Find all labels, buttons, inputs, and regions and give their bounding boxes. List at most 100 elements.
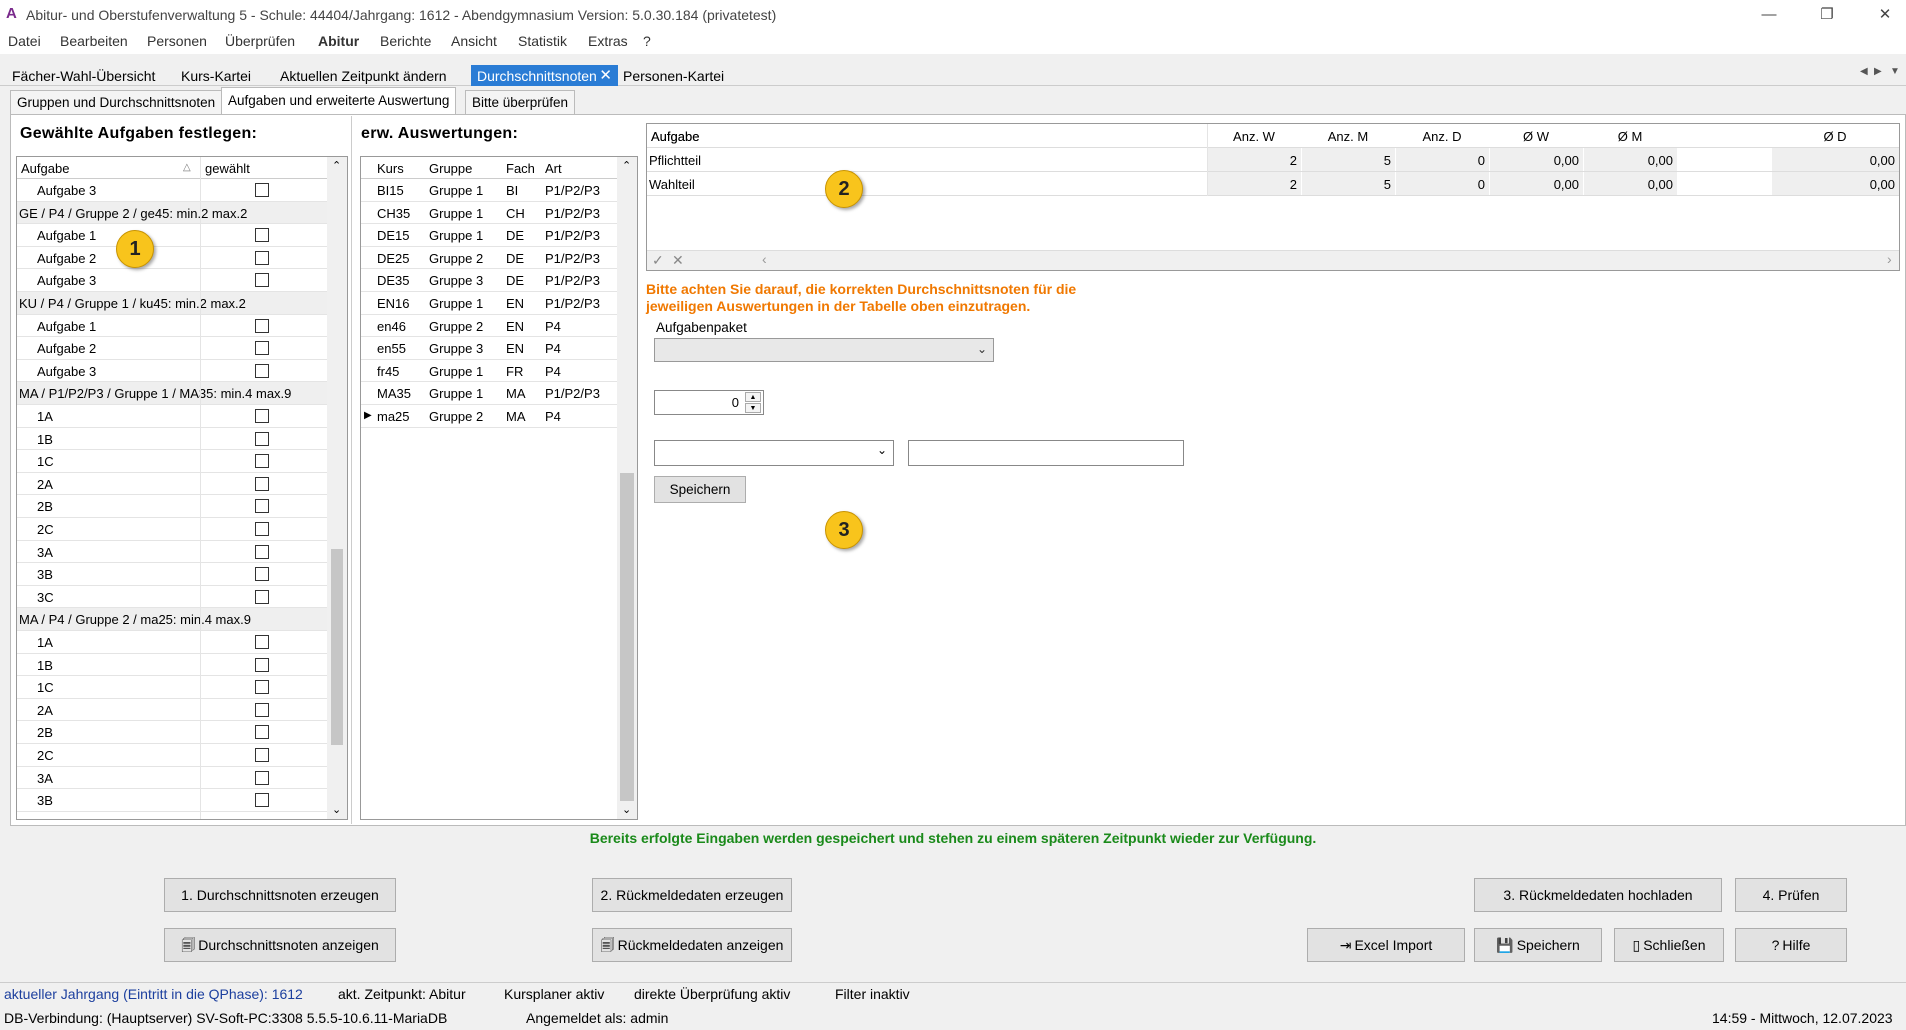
selected-checkbox[interactable]: [255, 793, 269, 808]
selected-checkbox[interactable]: [255, 567, 269, 582]
upload-return-data-button[interactable]: 3. Rückmeldedaten hochladen: [1474, 878, 1722, 912]
minimize-icon[interactable]: —: [1758, 4, 1780, 26]
tab-kurs-kartei[interactable]: Kurs-Kartei: [175, 65, 257, 86]
anz-w-cell[interactable]: 2: [1211, 153, 1297, 168]
avg-d-cell[interactable]: 0,00: [1809, 177, 1895, 192]
evaluation-row[interactable]: fr45 Gruppe 1 FR P4: [361, 360, 617, 383]
evaluation-grid-scroll-thumb[interactable]: [620, 473, 634, 801]
task-row[interactable]: 3B: [17, 563, 327, 586]
anz-w-cell[interactable]: 2: [1211, 177, 1297, 192]
evaluation-row[interactable]: DE35 Gruppe 3 DE P1/P2/P3: [361, 269, 617, 292]
task-row[interactable]: 1C: [17, 676, 327, 699]
tab-scroll-right-icon[interactable]: ▶: [1874, 66, 1882, 77]
selected-checkbox[interactable]: [255, 228, 269, 243]
menu-abitur[interactable]: Abitur: [318, 33, 359, 49]
task-row[interactable]: 3A: [17, 767, 327, 790]
col-avg-m-header[interactable]: Ø M: [1583, 129, 1677, 144]
anz-d-cell[interactable]: 0: [1399, 153, 1485, 168]
selected-checkbox[interactable]: [255, 409, 269, 423]
anz-d-cell[interactable]: 0: [1399, 177, 1485, 192]
selected-checkbox[interactable]: [255, 183, 269, 197]
tab-zeitpunkt[interactable]: Aktuellen Zeitpunkt ändern: [274, 65, 453, 86]
menu-ueberpruefen[interactable]: Überprüfen: [225, 33, 295, 49]
col-task-header[interactable]: Aufgabe: [21, 161, 69, 176]
menu-datei[interactable]: Datei: [8, 33, 41, 49]
selected-checkbox[interactable]: [255, 770, 269, 785]
evaluation-row[interactable]: en55 Gruppe 3 EN P4: [361, 337, 617, 360]
task-row[interactable]: Aufgabe 3: [17, 179, 327, 202]
save-button[interactable]: 💾 Speichern: [1474, 928, 1602, 962]
evaluation-grid-scrollbar[interactable]: ⌃ ⌄: [617, 157, 637, 819]
group-row[interactable]: MA / P4 / Gruppe 2 / ma25: min.4 max.9: [17, 608, 327, 631]
spin-up-icon[interactable]: ▲: [745, 392, 761, 402]
selected-checkbox[interactable]: [255, 702, 269, 717]
selected-checkbox[interactable]: [255, 725, 269, 740]
col-art-header[interactable]: Art: [545, 161, 562, 176]
selected-checkbox[interactable]: [255, 431, 269, 446]
task-row[interactable]: 1B: [17, 654, 327, 677]
selected-checkbox[interactable]: [255, 680, 269, 695]
task-row[interactable]: 2A: [17, 473, 327, 496]
task-row[interactable]: 1B: [17, 428, 327, 451]
anz-m-cell[interactable]: 5: [1305, 153, 1391, 168]
scroll-up-icon[interactable]: ⌃: [622, 159, 631, 172]
check-button[interactable]: 4. Prüfen: [1735, 878, 1847, 912]
tab-dropdown-icon[interactable]: ▼: [1890, 66, 1900, 77]
task-row[interactable]: Aufgabe 1: [17, 315, 327, 338]
evaluation-row[interactable]: EN16 Gruppe 1 EN P1/P2/P3: [361, 292, 617, 315]
evaluation-row[interactable]: en46 Gruppe 2 EN P4: [361, 315, 617, 338]
col-kurs-header[interactable]: Kurs: [377, 161, 404, 176]
menu-help[interactable]: ?: [643, 33, 651, 49]
scroll-right-icon[interactable]: ›: [1887, 251, 1892, 267]
task-row[interactable]: Aufgabe 2: [17, 247, 327, 270]
evaluation-row[interactable]: BI15 Gruppe 1 BI P1/P2/P3: [361, 179, 617, 202]
task-grid-scrollbar[interactable]: ⌃ ⌄: [327, 157, 347, 819]
task-row[interactable]: 1C: [17, 450, 327, 473]
average-row[interactable]: Pflichtteil 2 5 0 0,00 0,00 0,00: [647, 148, 1899, 172]
task-row[interactable]: 2A: [17, 699, 327, 722]
selected-checkbox[interactable]: [255, 589, 269, 604]
show-return-data-button[interactable]: 🗐 Rückmeldedaten anzeigen: [592, 928, 792, 962]
selected-checkbox[interactable]: [255, 748, 269, 762]
close-button[interactable]: ▯ Schließen: [1614, 928, 1724, 962]
selected-checkbox[interactable]: [255, 341, 269, 356]
tab-faecher-wahl[interactable]: Fächer-Wahl-Übersicht: [6, 65, 161, 86]
task-row[interactable]: 2B: [17, 495, 327, 518]
selected-checkbox[interactable]: [255, 522, 269, 536]
menu-personen[interactable]: Personen: [147, 33, 207, 49]
save-form-button[interactable]: Speichern: [654, 476, 746, 503]
menu-berichte[interactable]: Berichte: [380, 33, 431, 49]
avg-d-cell[interactable]: 0,00: [1809, 153, 1895, 168]
selected-checkbox[interactable]: [255, 499, 269, 514]
tab-scroll-left-icon[interactable]: ◀: [1860, 66, 1868, 77]
scroll-down-icon[interactable]: ⌄: [622, 803, 631, 816]
task-row[interactable]: 3B: [17, 789, 327, 812]
tab-durchschnittsnoten[interactable]: Durchschnittsnoten ✕: [471, 65, 618, 86]
avg-w-cell[interactable]: 0,00: [1493, 153, 1579, 168]
col-avg-w-header[interactable]: Ø W: [1489, 129, 1583, 144]
task-row[interactable]: 2C: [17, 518, 327, 541]
selected-checkbox[interactable]: [255, 318, 269, 333]
col-avg-d-header[interactable]: Ø D: [1771, 129, 1899, 144]
scroll-down-icon[interactable]: ⌄: [332, 803, 341, 816]
subtab-bitte-pruefen[interactable]: Bitte überprüfen: [465, 90, 576, 114]
menu-extras[interactable]: Extras: [588, 33, 628, 49]
subtab-aufgaben[interactable]: Aufgaben und erweiterte Auswertung: [221, 87, 457, 114]
evaluation-row[interactable]: ▶ ma25 Gruppe 2 MA P4: [361, 405, 617, 428]
scroll-left-icon[interactable]: ‹: [762, 251, 767, 267]
help-button[interactable]: ? Hilfe: [1735, 928, 1847, 962]
cancel-edit-icon[interactable]: ✕: [672, 252, 684, 269]
task-row[interactable]: 2B: [17, 721, 327, 744]
anz-m-cell[interactable]: 5: [1305, 177, 1391, 192]
task-row[interactable]: 1A: [17, 631, 327, 654]
task-row[interactable]: 3C: [17, 586, 327, 609]
task-row[interactable]: Aufgabe 1: [17, 224, 327, 247]
selected-checkbox[interactable]: [255, 544, 269, 559]
task-row[interactable]: Aufgabe 2: [17, 337, 327, 360]
value-input[interactable]: [908, 440, 1184, 466]
selected-checkbox[interactable]: [255, 635, 269, 649]
col-gruppe-header[interactable]: Gruppe: [429, 161, 472, 176]
group-row[interactable]: MA / P1/P2/P3 / Gruppe 1 / MA35: min.4 m…: [17, 382, 327, 405]
excel-import-button[interactable]: ⇥ Excel Import: [1307, 928, 1465, 962]
spin-down-icon[interactable]: ▼: [745, 403, 761, 413]
